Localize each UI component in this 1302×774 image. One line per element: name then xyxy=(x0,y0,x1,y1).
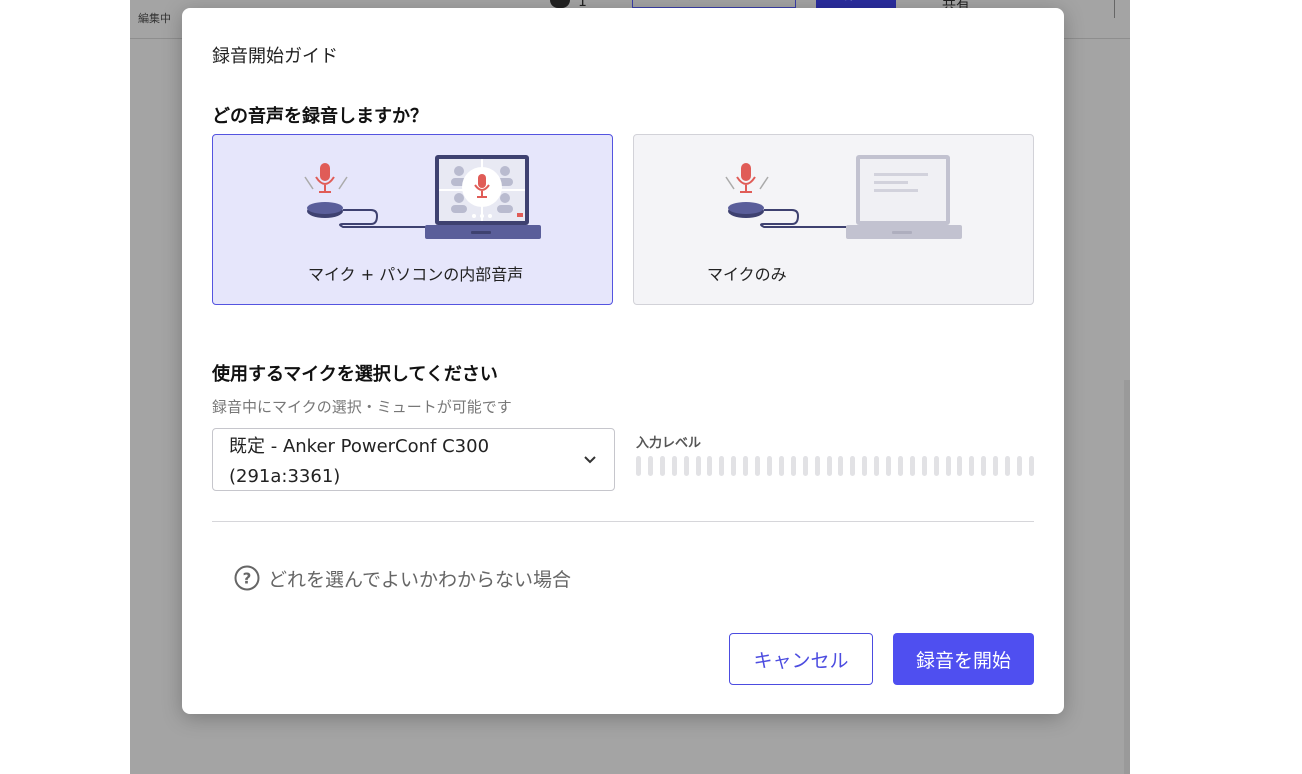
level-bar xyxy=(790,456,796,476)
level-bar xyxy=(1005,456,1011,476)
level-bar xyxy=(1028,456,1034,476)
level-bar xyxy=(695,456,701,476)
level-bar xyxy=(838,456,844,476)
level-bar xyxy=(921,456,927,476)
level-bar xyxy=(707,456,713,476)
level-bar xyxy=(981,456,987,476)
level-bar xyxy=(719,456,725,476)
toolbar-divider xyxy=(1114,0,1115,18)
level-bar xyxy=(778,456,784,476)
level-bar xyxy=(886,456,892,476)
level-bar xyxy=(850,456,856,476)
option-label: マイク + パソコンの内部音声 xyxy=(308,265,524,284)
level-bar xyxy=(683,456,689,476)
level-bar xyxy=(802,456,808,476)
level-bar xyxy=(659,456,665,476)
complete-button[interactable]: 完成版にする xyxy=(632,0,796,8)
chevron-down-icon xyxy=(584,456,596,464)
level-bar xyxy=(766,456,772,476)
level-bar xyxy=(909,456,915,476)
cancel-button[interactable]: キャンセル xyxy=(729,633,873,685)
help-link[interactable]: ? どれを選んでよいかわからない場合 xyxy=(234,564,571,592)
input-level-label: 入力レベル xyxy=(636,436,702,451)
level-bar xyxy=(743,456,749,476)
level-bar xyxy=(933,456,939,476)
option-mic-and-system-audio[interactable]: マイク + パソコンの内部音声 xyxy=(212,134,613,305)
side-panel-edge xyxy=(1124,380,1130,774)
level-bar xyxy=(957,456,963,476)
level-bar xyxy=(897,456,903,476)
recording-guide-dialog: 録音開始ガイド どの音声を録音しますか？ マイク + パソコンの内部音声 マイク… xyxy=(182,8,1064,714)
section-divider xyxy=(212,521,1034,522)
input-level-meter xyxy=(636,456,1034,476)
level-bar xyxy=(814,456,820,476)
level-bar xyxy=(874,456,880,476)
save-button[interactable]: 保存 xyxy=(816,0,896,8)
option-label: マイクのみ xyxy=(707,265,787,284)
level-bar xyxy=(671,456,677,476)
mic-section-subtitle: 録音中にマイクの選択・ミュートが可能です xyxy=(212,398,512,416)
level-bar xyxy=(945,456,951,476)
level-bar xyxy=(969,456,975,476)
level-bar xyxy=(826,456,832,476)
level-bar xyxy=(862,456,868,476)
mic-laptop-illustration xyxy=(725,155,962,239)
level-bar xyxy=(647,456,653,476)
dialog-title: 録音開始ガイド xyxy=(212,46,338,67)
editing-status: 編集中 xyxy=(138,12,171,25)
svg-text:?: ? xyxy=(243,570,252,588)
level-bar xyxy=(1017,456,1022,476)
option-mic-only[interactable]: マイクのみ xyxy=(633,134,1034,305)
level-bar xyxy=(993,456,999,476)
start-recording-button[interactable]: 録音を開始 xyxy=(893,633,1034,685)
level-bar xyxy=(731,456,737,476)
level-bar xyxy=(755,456,761,476)
level-bar xyxy=(636,456,641,476)
question-circle-icon: ? xyxy=(234,565,260,591)
mic-select[interactable]: 既定 - Anker PowerConf C300 (291a:3361) xyxy=(212,428,615,491)
selected-mic-value: 既定 - Anker PowerConf C300 (291a:3361) xyxy=(229,436,490,487)
mic-section-title: 使用するマイクを選択してください xyxy=(212,364,498,385)
user-icon xyxy=(550,0,570,8)
audio-source-question: どの音声を録音しますか？ xyxy=(212,106,428,127)
help-link-text: どれを選んでよいかわからない場合 xyxy=(268,568,572,591)
